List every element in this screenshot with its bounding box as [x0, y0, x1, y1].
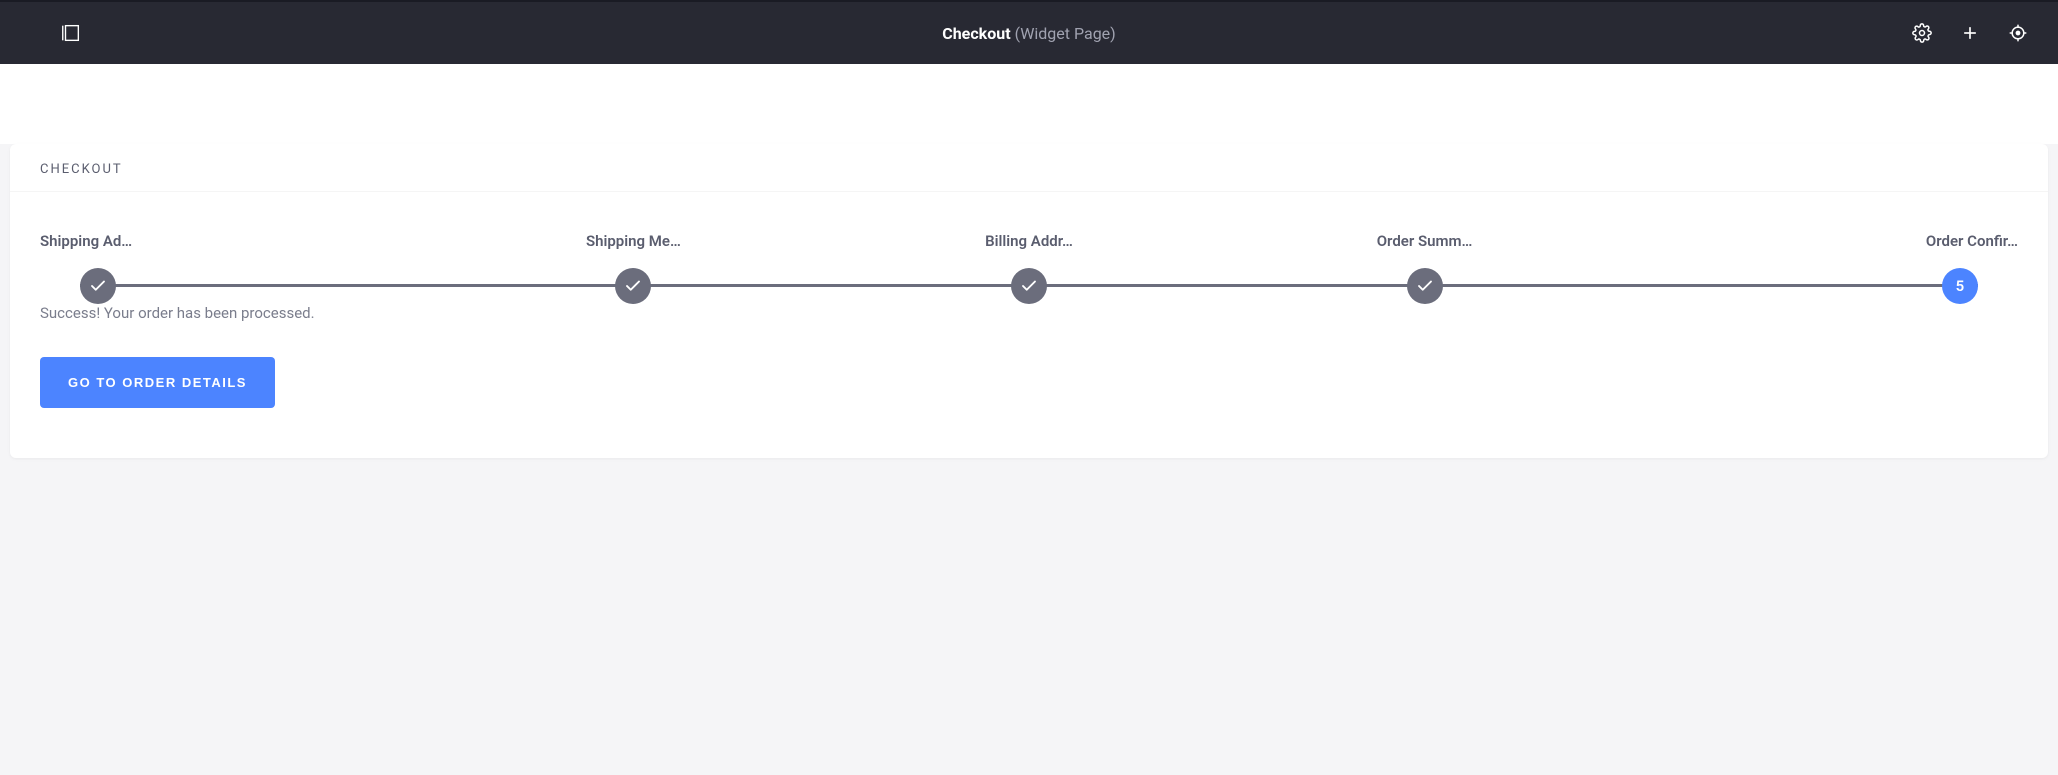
card-header-title: CHECKOUT	[40, 162, 2018, 177]
step-order-confirmation[interactable]: Order Confir… 5	[1622, 232, 2018, 304]
checkmark-icon	[1407, 268, 1443, 304]
checkmark-icon	[615, 268, 651, 304]
step-label: Order Confir…	[1926, 232, 2018, 250]
step-billing-address[interactable]: Billing Addr…	[831, 232, 1227, 304]
checkmark-icon	[1011, 268, 1047, 304]
step-shipping-method[interactable]: Shipping Me…	[436, 232, 832, 304]
step-order-summary[interactable]: Order Summ…	[1227, 232, 1623, 304]
top-bar: Checkout (Widget Page)	[0, 0, 2058, 64]
go-to-order-details-button[interactable]: GO TO ORDER DETAILS	[40, 357, 275, 408]
success-message: Success! Your order has been processed.	[40, 304, 2018, 322]
step-shipping-address[interactable]: Shipping Ad…	[40, 232, 436, 304]
page-title-main: Checkout	[942, 24, 1010, 43]
topbar-left	[60, 22, 82, 44]
card-body: Shipping Ad… Shipping Me…	[10, 192, 2048, 458]
page-container: CHECKOUT Shipping Ad…	[0, 144, 2058, 478]
page-title: Checkout (Widget Page)	[20, 24, 2038, 43]
step-label: Shipping Me…	[586, 232, 681, 250]
sidebar-toggle-icon[interactable]	[60, 22, 82, 44]
step-label: Order Summ…	[1377, 232, 1473, 250]
gear-icon[interactable]	[1912, 23, 1932, 43]
step-number: 5	[1942, 268, 1978, 304]
stepper: Shipping Ad… Shipping Me…	[40, 232, 2018, 304]
plus-icon[interactable]	[1960, 23, 1980, 43]
target-icon[interactable]	[2008, 23, 2028, 43]
step-label: Shipping Ad…	[40, 232, 132, 250]
whitespace-bar	[0, 64, 2058, 144]
page-title-sub: (Widget Page)	[1015, 24, 1116, 43]
checkmark-icon	[80, 268, 116, 304]
topbar-right	[1912, 23, 2028, 43]
checkout-card: CHECKOUT Shipping Ad…	[10, 144, 2048, 458]
card-header: CHECKOUT	[10, 144, 2048, 192]
step-label: Billing Addr…	[985, 232, 1073, 250]
